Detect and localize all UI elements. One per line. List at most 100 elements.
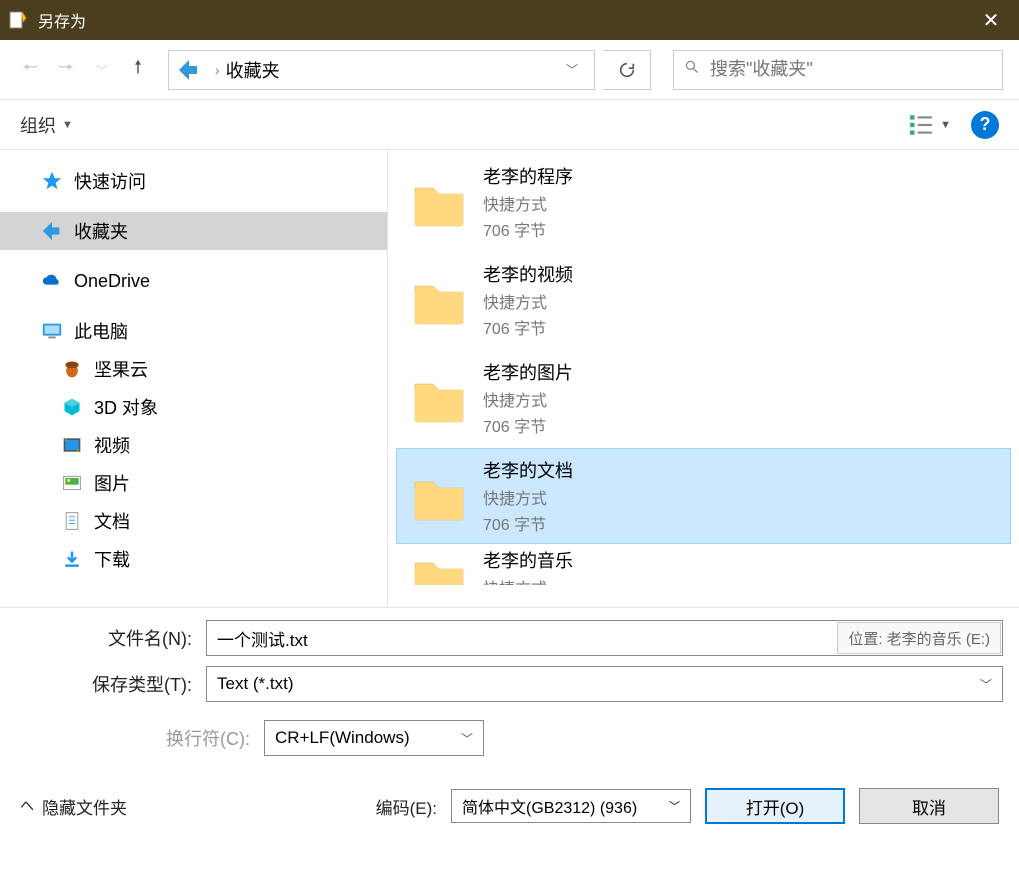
sidebar-label: 此电脑 bbox=[74, 318, 128, 344]
sidebar-label: 坚果云 bbox=[94, 356, 148, 382]
organize-label: 组织 bbox=[20, 112, 56, 138]
cancel-button[interactable]: 取消 bbox=[859, 788, 999, 824]
folder-icon bbox=[409, 547, 469, 586]
chevron-down-icon: ﹀ bbox=[980, 676, 992, 693]
chevron-down-icon: ▼ bbox=[62, 119, 73, 131]
sidebar-label: 快速访问 bbox=[74, 168, 146, 194]
document-icon bbox=[60, 509, 84, 533]
file-name: 老李的图片 bbox=[483, 359, 573, 385]
view-mode-button[interactable]: ▼ bbox=[908, 112, 951, 138]
help-button[interactable]: ? bbox=[971, 111, 999, 139]
file-list: 老李的程序快捷方式706 字节老李的视频快捷方式706 字节老李的图片快捷方式7… bbox=[388, 150, 1019, 607]
file-type: 快捷方式 bbox=[483, 191, 573, 215]
search-input[interactable] bbox=[710, 59, 992, 80]
organize-button[interactable]: 组织 ▼ bbox=[20, 112, 73, 138]
cloud-icon bbox=[40, 269, 64, 293]
sidebar-item-documents[interactable]: 文档 bbox=[0, 502, 387, 540]
back-button[interactable]: 🠔 bbox=[16, 56, 44, 84]
close-button[interactable]: ✕ bbox=[971, 8, 1011, 33]
filetype-select[interactable]: Text (*.txt) ﹀ bbox=[206, 666, 1003, 702]
sidebar-item-favorites[interactable]: 收藏夹 bbox=[0, 212, 387, 250]
file-name: 老李的程序 bbox=[483, 163, 573, 189]
path-current: 收藏夹 bbox=[226, 57, 558, 83]
path-dropdown-icon[interactable]: ﹀ bbox=[566, 61, 578, 78]
sidebar-item-jianguoyun[interactable]: 坚果云 bbox=[0, 350, 387, 388]
encoding-value: 简体中文(GB2312) (936) bbox=[462, 794, 637, 818]
recent-dropdown[interactable]: ﹀ bbox=[88, 56, 116, 84]
sidebar-label: 收藏夹 bbox=[74, 218, 128, 244]
file-type: 快捷方式 bbox=[483, 289, 573, 313]
folder-icon bbox=[409, 270, 469, 330]
sidebar-label: 视频 bbox=[94, 432, 130, 458]
save-form: 文件名(N): 位置: 老李的音乐 (E:) 保存类型(T): Text (*.… bbox=[0, 607, 1019, 774]
sidebar-label: 图片 bbox=[94, 470, 130, 496]
file-type: 快捷方式 bbox=[483, 485, 573, 509]
filetype-label: 保存类型(T): bbox=[16, 671, 206, 697]
lineending-select[interactable]: CR+LF(Windows) ﹀ bbox=[264, 720, 484, 756]
download-icon bbox=[60, 547, 84, 571]
sidebar-item-this-pc[interactable]: 此电脑 bbox=[0, 312, 387, 350]
path-separator-icon: › bbox=[215, 62, 220, 78]
file-name: 老李的文档 bbox=[483, 457, 573, 483]
title-bar: 另存为 ✕ bbox=[0, 0, 1019, 40]
sidebar-item-videos[interactable]: 视频 bbox=[0, 426, 387, 464]
file-size: 706 字节 bbox=[483, 413, 573, 437]
lineending-value: CR+LF(Windows) bbox=[275, 728, 410, 748]
chevron-down-icon: ﹀ bbox=[461, 730, 473, 747]
toolbar: 组织 ▼ ▼ ? bbox=[0, 100, 1019, 150]
hide-folders-button[interactable]: ヘ 隐藏文件夹 bbox=[20, 794, 127, 819]
folder-icon bbox=[409, 368, 469, 428]
favorites-icon bbox=[40, 219, 64, 243]
picture-icon bbox=[60, 471, 84, 495]
sidebar-item-downloads[interactable]: 下载 bbox=[0, 540, 387, 578]
sidebar-label: 下载 bbox=[94, 546, 130, 572]
up-button[interactable]: 🠕 bbox=[124, 56, 152, 84]
video-icon bbox=[60, 433, 84, 457]
file-item[interactable]: 老李的程序快捷方式706 字节 bbox=[396, 154, 1011, 250]
forward-button[interactable]: 🠖 bbox=[52, 56, 80, 84]
sidebar-label: 3D 对象 bbox=[94, 394, 158, 420]
window-title: 另存为 bbox=[38, 8, 971, 32]
nut-icon bbox=[60, 357, 84, 381]
file-type: 快捷方式 bbox=[483, 575, 573, 586]
lineending-label: 换行符(C): bbox=[16, 725, 264, 751]
chevron-down-icon: ﹀ bbox=[669, 798, 680, 814]
sidebar-label: OneDrive bbox=[74, 271, 150, 292]
sidebar-item-onedrive[interactable]: OneDrive bbox=[0, 262, 387, 300]
file-item[interactable]: 老李的音乐快捷方式706 字节 bbox=[396, 546, 1011, 586]
sidebar-item-3d-objects[interactable]: 3D 对象 bbox=[0, 388, 387, 426]
filename-label: 文件名(N): bbox=[16, 625, 206, 651]
search-box[interactable] bbox=[673, 50, 1003, 90]
file-item[interactable]: 老李的视频快捷方式706 字节 bbox=[396, 252, 1011, 348]
file-item[interactable]: 老李的文档快捷方式706 字节 bbox=[396, 448, 1011, 544]
computer-icon bbox=[40, 319, 64, 343]
refresh-button[interactable] bbox=[603, 50, 651, 90]
app-icon bbox=[8, 10, 28, 30]
file-size: 706 字节 bbox=[483, 315, 573, 339]
footer: ヘ 隐藏文件夹 编码(E): 简体中文(GB2312) (936) ﹀ 打开(O… bbox=[0, 774, 1019, 838]
sidebar-label: 文档 bbox=[94, 508, 130, 534]
encoding-label: 编码(E): bbox=[376, 794, 437, 819]
open-button[interactable]: 打开(O) bbox=[705, 788, 845, 824]
hide-folders-label: 隐藏文件夹 bbox=[42, 794, 127, 819]
sidebar: 快速访问 收藏夹 OneDrive 此电脑 坚果云 3D 对象 视频 bbox=[0, 150, 388, 607]
filetype-value: Text (*.txt) bbox=[217, 674, 294, 694]
folder-icon bbox=[409, 172, 469, 232]
encoding-select[interactable]: 简体中文(GB2312) (936) ﹀ bbox=[451, 789, 691, 823]
nav-bar: 🠔 🠖 ﹀ 🠕 › 收藏夹 ﹀ bbox=[0, 40, 1019, 100]
file-size: 706 字节 bbox=[483, 511, 573, 535]
file-item[interactable]: 老李的图片快捷方式706 字节 bbox=[396, 350, 1011, 446]
file-name: 老李的音乐 bbox=[483, 547, 573, 573]
cube-icon bbox=[60, 395, 84, 419]
favorites-icon bbox=[177, 58, 201, 82]
sidebar-item-quick-access[interactable]: 快速访问 bbox=[0, 162, 387, 200]
folder-icon bbox=[409, 466, 469, 526]
location-tooltip: 位置: 老李的音乐 (E:) bbox=[837, 622, 1001, 654]
sidebar-item-pictures[interactable]: 图片 bbox=[0, 464, 387, 502]
chevron-up-icon: ヘ bbox=[20, 796, 34, 816]
address-bar[interactable]: › 收藏夹 ﹀ bbox=[168, 50, 595, 90]
search-icon bbox=[684, 59, 700, 80]
chevron-down-icon: ▼ bbox=[940, 119, 951, 131]
file-type: 快捷方式 bbox=[483, 387, 573, 411]
content-area: 快速访问 收藏夹 OneDrive 此电脑 坚果云 3D 对象 视频 bbox=[0, 150, 1019, 607]
